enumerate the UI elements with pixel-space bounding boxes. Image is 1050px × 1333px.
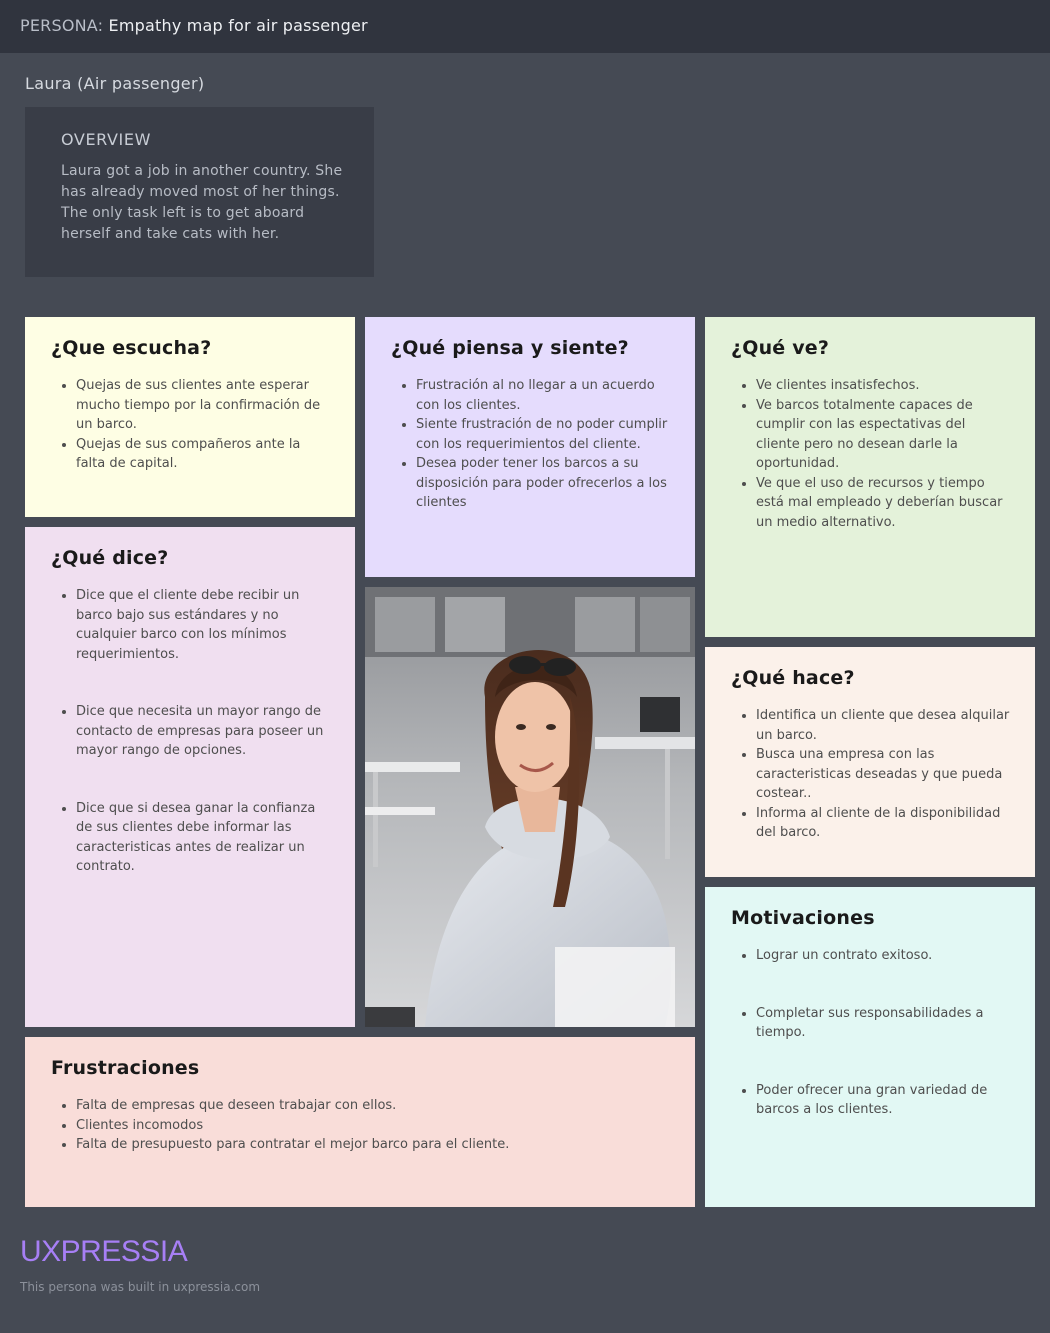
list-item: Clientes incomodos xyxy=(76,1116,671,1136)
list-item: Siente frustración de no poder cumplir c… xyxy=(416,415,671,454)
list-item: Identifica un cliente que desea alquilar… xyxy=(756,706,1011,745)
card-title: ¿Qué dice? xyxy=(51,547,169,569)
card-list: Frustración al no llegar a un acuerdo co… xyxy=(391,376,671,513)
persona-name: Laura (Air passenger) xyxy=(25,74,205,93)
list-item: Ve clientes insatisfechos. xyxy=(756,376,1011,396)
card-title: Frustraciones xyxy=(51,1057,200,1079)
overview-card: OVERVIEW Laura got a job in another coun… xyxy=(25,107,374,277)
persona-photo-image xyxy=(365,587,695,1027)
overview-text: Laura got a job in another country. She … xyxy=(61,163,343,242)
list-item: Dice que el cliente debe recibir un barc… xyxy=(76,586,331,664)
built-with-text: This persona was built in uxpressia.com xyxy=(20,1280,261,1294)
card-que-piensa-y-siente: ¿Qué piensa y siente? Frustración al no … xyxy=(365,317,695,577)
card-que-ve: ¿Qué ve? Ve clientes insatisfechos. Ve b… xyxy=(705,317,1035,637)
title-prefix: PERSONA: xyxy=(20,16,104,35)
page-title: PERSONA: Empathy map for air passenger xyxy=(20,16,368,35)
list-item: Dice que si desea ganar la confianza de … xyxy=(76,799,331,877)
list-item: Quejas de sus clientes ante esperar much… xyxy=(76,376,331,435)
list-item: Dice que necesita un mayor rango de cont… xyxy=(76,702,331,761)
uxpressia-logo[interactable]: UXPRESSIA xyxy=(20,1235,188,1269)
list-item: Lograr un contrato exitoso. xyxy=(756,946,1011,966)
list-item: Completar sus responsabilidades a tiempo… xyxy=(756,1004,1011,1043)
card-list: Lograr un contrato exitoso. Completar su… xyxy=(731,946,1011,1120)
card-list: Ve clientes insatisfechos. Ve barcos tot… xyxy=(731,376,1011,532)
list-item: Informa al cliente de la disponibilidad … xyxy=(756,804,1011,843)
card-list: Falta de empresas que deseen trabajar co… xyxy=(51,1096,671,1155)
list-item: Ve que el uso de recursos y tiempo está … xyxy=(756,474,1011,533)
list-item: Quejas de sus compañeros ante la falta d… xyxy=(76,435,331,474)
list-item: Poder ofrecer una gran variedad de barco… xyxy=(756,1081,1011,1120)
card-que-hace: ¿Qué hace? Identifica un cliente que des… xyxy=(705,647,1035,877)
card-title: ¿Que escucha? xyxy=(51,337,212,359)
card-title: ¿Qué piensa y siente? xyxy=(391,337,629,359)
list-item: Falta de empresas que deseen trabajar co… xyxy=(76,1096,671,1116)
list-item: Frustración al no llegar a un acuerdo co… xyxy=(416,376,671,415)
card-list: Quejas de sus clientes ante esperar much… xyxy=(51,376,331,474)
card-title: ¿Qué hace? xyxy=(731,667,855,689)
list-item: Falta de presupuesto para contratar el m… xyxy=(76,1135,671,1155)
list-item: Ve barcos totalmente capaces de cumplir … xyxy=(756,396,1011,474)
overview-heading: OVERVIEW xyxy=(61,130,152,149)
card-list: Identifica un cliente que desea alquilar… xyxy=(731,706,1011,843)
list-item: Desea poder tener los barcos a su dispos… xyxy=(416,454,671,513)
card-que-escucha: ¿Que escucha? Quejas de sus clientes ant… xyxy=(25,317,355,517)
card-title: Motivaciones xyxy=(731,907,875,929)
card-list: Dice que el cliente debe recibir un barc… xyxy=(51,586,331,877)
top-bar: PERSONA: Empathy map for air passenger xyxy=(0,0,1050,53)
card-title: ¿Qué ve? xyxy=(731,337,830,359)
list-item: Busca una empresa con las caracteristica… xyxy=(756,745,1011,804)
persona-photo xyxy=(365,587,695,1027)
title-text: Empathy map for air passenger xyxy=(108,16,368,35)
card-frustraciones: Frustraciones Falta de empresas que dese… xyxy=(25,1037,695,1207)
card-que-dice: ¿Qué dice? Dice que el cliente debe reci… xyxy=(25,527,355,1027)
card-motivaciones: Motivaciones Lograr un contrato exitoso.… xyxy=(705,887,1035,1207)
